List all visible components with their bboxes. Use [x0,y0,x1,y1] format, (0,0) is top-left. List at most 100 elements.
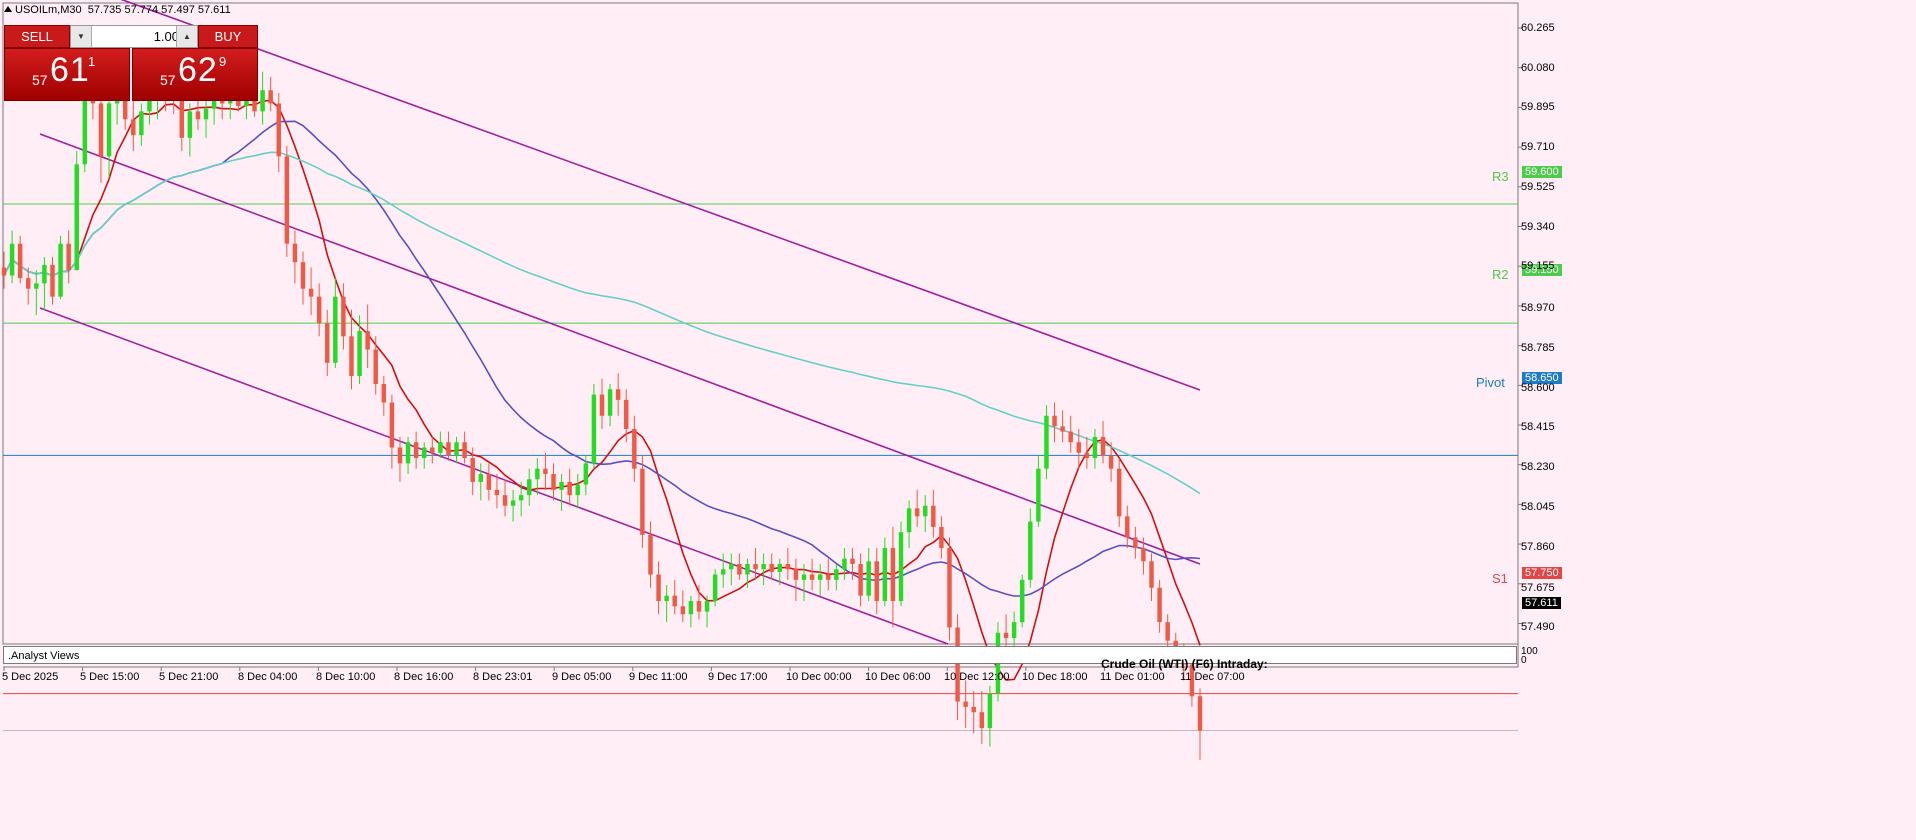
candle-body [438,442,443,453]
price-tick: 59.525 [1521,181,1555,193]
candle-body [632,428,637,469]
sell-button[interactable]: SELL [4,25,70,48]
candle-body [300,262,306,289]
sell-price-box[interactable]: 57 61 1 [4,48,130,101]
candle-body [1092,436,1098,459]
sell-price-fraction: 1 [88,54,96,69]
price-tick: 60.080 [1521,62,1555,74]
candle-body [834,569,839,580]
candle-body [413,442,419,459]
candle [1052,402,1057,443]
candle [656,561,661,615]
candle-body [389,402,395,448]
candle-body [195,111,201,120]
candle [42,256,47,310]
candle [1149,553,1154,602]
candle-body [268,90,273,104]
candle [640,455,645,549]
price-chart[interactable] [0,0,1916,840]
chevron-down-icon[interactable]: ▼ [71,26,92,47]
candle-body [106,103,112,157]
candle [276,92,281,173]
channel-lower-line [39,307,949,645]
candle-body [9,243,15,276]
ohlc-readout: 57.735 57.774 57.497 57.611 [87,4,231,16]
candle-body [1149,561,1154,588]
candle-body [527,479,532,496]
candle [1011,611,1017,649]
candle [284,145,290,257]
candle-body [696,601,702,612]
time-tick: 8 Dec 23:01 [473,671,533,683]
candle [1019,574,1025,628]
price-badge-s1: 57.750 [1522,567,1562,579]
candle-body [882,548,888,602]
candle-body [260,90,265,112]
candle [1060,410,1065,443]
candle-body [381,383,387,403]
candle [26,267,31,305]
candle-body [575,484,580,496]
level-label-pivot: Pivot [1476,375,1505,390]
candle [882,537,888,607]
candle [268,76,273,112]
time-tick: 10 Dec 00:00 [786,671,852,683]
candle-body [745,563,750,575]
candle [1044,405,1049,480]
chevron-up-icon[interactable]: ▲ [176,26,197,47]
one-click-trading-panel: SELL ▼ ▲ BUY 57 61 1 57 62 9 [4,25,258,101]
candle [559,473,564,512]
candle-body [34,283,39,289]
level-label-r3: R3 [1492,169,1509,184]
price-tick: 57.860 [1521,541,1555,553]
candle-body [737,563,742,575]
time-tick: 10 Dec 12:00 [944,671,1010,683]
candle-body [761,563,766,570]
candle [712,569,718,607]
price-tick: 57.490 [1521,621,1555,633]
symbol-label: USOILm,M30 [15,4,82,16]
candle-body [939,526,944,549]
candle-body [139,111,144,136]
chart-area[interactable]: USOILm,M30 57.735 57.774 57.497 57.611 S… [0,0,1916,840]
candle [381,376,387,416]
candle-body [1011,622,1017,639]
collapse-triangle-icon[interactable] [4,6,12,12]
ma-mid-line [3,120,1201,597]
candle-body [906,508,912,533]
candle-body [672,595,677,607]
candle [615,373,621,416]
candle-body [801,574,807,580]
candle [1165,614,1170,649]
analyst-views-subwindow[interactable]: .Analyst Views [3,646,1517,664]
candle [1068,415,1073,453]
candle-body [809,574,815,580]
lot-size-input[interactable] [93,29,183,44]
price-tick: 58.230 [1521,461,1555,473]
candle [1116,458,1122,527]
level-label-r2: R2 [1492,267,1509,282]
candle [131,98,136,152]
candle-body [454,442,459,456]
candle-body [510,500,516,506]
lot-stepper[interactable]: ▼ ▲ [70,25,198,48]
candle-body [753,563,758,570]
candle-body [826,574,831,580]
candle-body [98,103,104,157]
candle [34,270,39,316]
buy-button[interactable]: BUY [198,25,258,48]
candle [607,383,613,427]
candle [543,452,548,490]
buy-price-box[interactable]: 57 62 9 [132,48,258,101]
candle-body [1084,452,1090,459]
candle-body [842,558,847,570]
candle-body [1197,696,1203,731]
candle-body [817,574,823,580]
candle [834,563,839,591]
candle-body [1036,468,1041,522]
candle [413,431,419,469]
candle-body [292,243,298,263]
candle [486,463,492,501]
candle [316,283,322,337]
candle-body [446,442,451,456]
